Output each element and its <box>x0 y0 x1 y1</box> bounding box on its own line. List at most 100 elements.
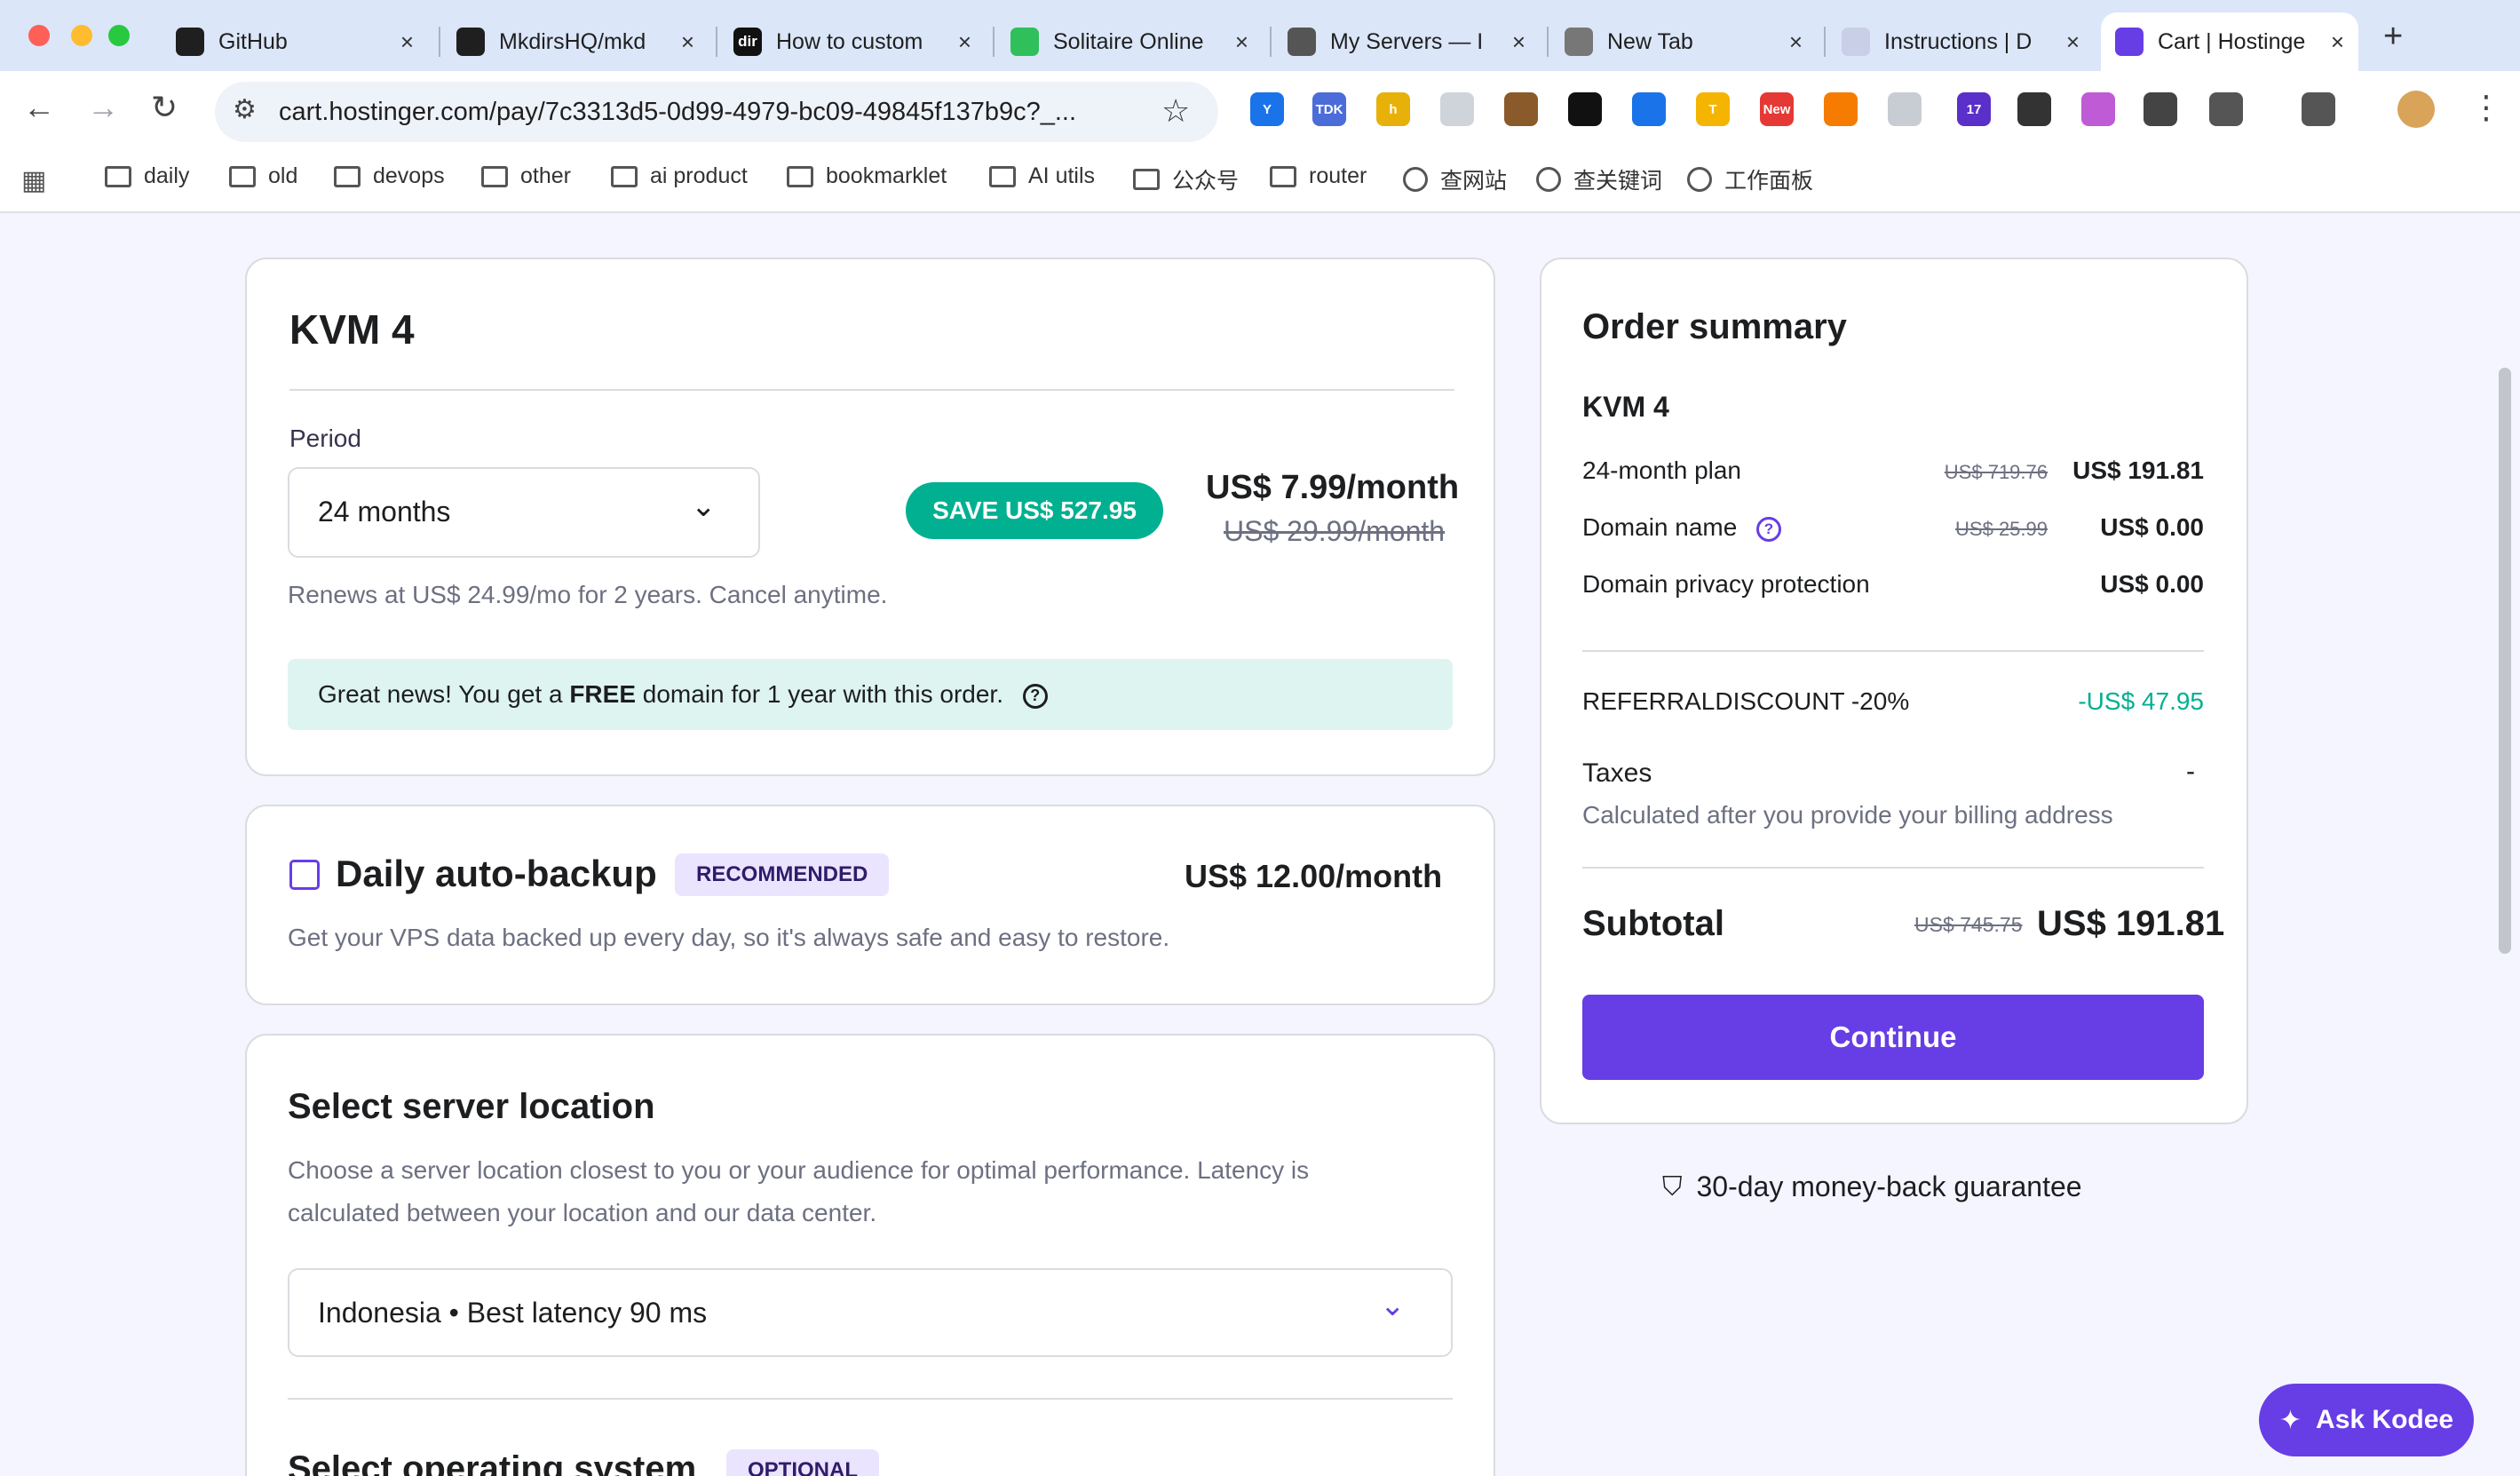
help-icon[interactable]: ? <box>1022 683 1048 709</box>
os-title: Select operating system <box>288 1449 697 1476</box>
browser-chrome: GitHub × MkdirsHQ/mkd × dir How to custom × Sol… <box>0 0 2520 213</box>
close-tab-icon[interactable]: × <box>2066 28 2080 56</box>
free-domain-banner: Great news! You get a FREE domain for 1 … <box>288 659 1453 730</box>
github-icon <box>176 28 204 56</box>
period-select[interactable]: 24 months ⌄ <box>288 467 760 558</box>
subtotal-value: US$ 191.81 <box>2037 904 2225 943</box>
close-tab-icon[interactable]: × <box>1235 28 1248 56</box>
apps-grid-icon[interactable]: ▦ <box>21 165 46 196</box>
browser-tab[interactable]: Instructions | D × <box>1827 12 2094 71</box>
browser-tab[interactable]: My Servers — I × <box>1273 12 1540 71</box>
shield-check-icon: ⛉ <box>1662 1171 1683 1202</box>
tab-separator <box>1824 27 1826 57</box>
backup-checkbox[interactable] <box>289 860 320 890</box>
brain-ext-icon[interactable] <box>2081 92 2115 126</box>
tab-strip: GitHub × MkdirsHQ/mkd × dir How to custom × Sol… <box>0 0 2520 71</box>
cookie-ext-icon[interactable] <box>1504 92 1538 126</box>
t-ext-icon[interactable]: T <box>1696 92 1730 126</box>
bookmark-globe[interactable]: 工作面板 <box>1687 163 1813 195</box>
puzzle-ext-icon[interactable] <box>2209 92 2243 126</box>
bookmark-folder[interactable]: AI utils <box>989 163 1095 189</box>
profile-avatar[interactable] <box>2397 91 2435 128</box>
bolt-ext-icon[interactable] <box>1632 92 1666 126</box>
dark-ext-icon[interactable] <box>2017 92 2051 126</box>
close-tab-icon[interactable]: × <box>1512 28 1525 56</box>
divider <box>289 389 1454 391</box>
bookmark-globe[interactable]: 查关键词 <box>1536 163 1662 195</box>
browser-tab[interactable]: dir How to custom × <box>719 12 986 71</box>
dir-icon: dir <box>733 28 762 56</box>
close-tab-icon[interactable]: × <box>400 28 414 56</box>
bookmark-folder[interactable]: old <box>229 163 297 189</box>
minimize-window-button[interactable] <box>71 25 92 46</box>
backup-price: US$ 12.00/month <box>1185 858 1443 894</box>
bookmark-label: ai product <box>650 163 748 188</box>
back-button[interactable]: ← <box>23 89 55 126</box>
ask-kodee-button[interactable]: ✦ Ask Kodee <box>2259 1384 2474 1456</box>
close-tab-icon[interactable]: × <box>2331 28 2344 56</box>
page-scrollbar[interactable] <box>2499 368 2511 954</box>
y-ext-icon[interactable]: Y <box>1250 92 1284 126</box>
summary-line: 24-month plan US$ 191.81 US$ 719.76 <box>1582 456 2204 492</box>
new-ext-icon[interactable]: New <box>1760 92 1794 126</box>
bookmark-folder[interactable]: other <box>481 163 571 189</box>
servers-icon <box>1288 28 1316 56</box>
new-tab-button[interactable]: + <box>2383 18 2403 56</box>
bookmark-globe[interactable]: 查网站 <box>1403 163 1507 195</box>
search-tab-ext-icon[interactable] <box>2302 92 2335 126</box>
summary-product: KVM 4 <box>1582 391 1669 423</box>
close-tab-icon[interactable]: × <box>958 28 971 56</box>
divider <box>1582 867 2204 869</box>
location-description-1: Choose a server location closest to you … <box>288 1156 1310 1184</box>
browser-tab[interactable]: GitHub × <box>162 12 428 71</box>
bookmark-label: other <box>520 163 571 188</box>
robot-ext-icon[interactable] <box>2144 92 2177 126</box>
guarantee-text: 30-day money-back guarantee <box>1696 1170 2082 1202</box>
bookmark-folder[interactable]: ai product <box>611 163 748 189</box>
taxes-value: - <box>2186 757 2195 786</box>
browser-tab[interactable]: New Tab × <box>1550 12 1817 71</box>
browser-tab[interactable]: Cart | Hostinge × <box>2101 12 2358 71</box>
folder-icon <box>989 165 1016 187</box>
help-icon[interactable]: ? <box>1756 517 1781 542</box>
bookmark-label: 公众号 <box>1172 169 1240 194</box>
browser-menu-icon[interactable]: ⋮ <box>2470 89 2502 126</box>
continue-button[interactable]: Continue <box>1582 995 2204 1080</box>
bookmark-star-icon[interactable]: ☆ <box>1161 92 1190 130</box>
plan-title: KVM 4 <box>289 306 415 353</box>
url-text[interactable]: cart.hostinger.com/pay/7c3313d5-0d99-497… <box>279 98 1076 127</box>
divider <box>1582 650 2204 652</box>
page-ext-icon[interactable] <box>1440 92 1474 126</box>
close-tab-icon[interactable]: × <box>681 28 694 56</box>
bear-ext-icon[interactable] <box>1568 92 1602 126</box>
bookmark-folder[interactable]: daily <box>105 163 189 189</box>
bookmark-folder[interactable]: bookmarklet <box>787 163 947 189</box>
reload-button[interactable]: ↻ <box>151 89 178 126</box>
folder-icon <box>1270 165 1296 187</box>
tab-label: Cart | Hostinge <box>2158 28 2306 54</box>
grad-ext-icon[interactable]: 17 <box>1957 92 1991 126</box>
summary-title: Order summary <box>1582 307 1847 346</box>
zoom-window-button[interactable] <box>108 25 130 46</box>
site-settings-icon[interactable]: ⚙ <box>233 94 257 125</box>
cloud-ext-icon[interactable] <box>1888 92 1922 126</box>
close-window-button[interactable] <box>28 25 50 46</box>
chevron-down-icon: ⌄ <box>691 489 717 523</box>
location-select[interactable]: Indonesia • Best latency 90 ms ⌄ <box>288 1268 1453 1357</box>
bookmark-folder[interactable]: devops <box>334 163 445 189</box>
h-ext-icon[interactable]: h <box>1376 92 1410 126</box>
forward-button[interactable]: → <box>87 89 119 126</box>
close-tab-icon[interactable]: × <box>1789 28 1803 56</box>
tab-separator <box>1270 27 1272 57</box>
folder-icon <box>481 165 508 187</box>
fox-ext-icon[interactable] <box>1824 92 1858 126</box>
bookmark-folder[interactable]: router <box>1270 163 1367 189</box>
tdk-ext-icon[interactable]: TDK <box>1312 92 1346 126</box>
browser-tab[interactable]: Solitaire Online × <box>996 12 1263 71</box>
address-bar[interactable]: ⚙ cart.hostinger.com/pay/7c3313d5-0d99-4… <box>215 82 1218 142</box>
browser-tab[interactable]: MkdirsHQ/mkd × <box>442 12 709 71</box>
bookmark-label: router <box>1309 163 1367 188</box>
summary-line-value: US$ 0.00 <box>2100 513 2204 541</box>
folder-icon <box>105 165 131 187</box>
bookmark-folder[interactable]: 公众号 <box>1133 163 1239 195</box>
